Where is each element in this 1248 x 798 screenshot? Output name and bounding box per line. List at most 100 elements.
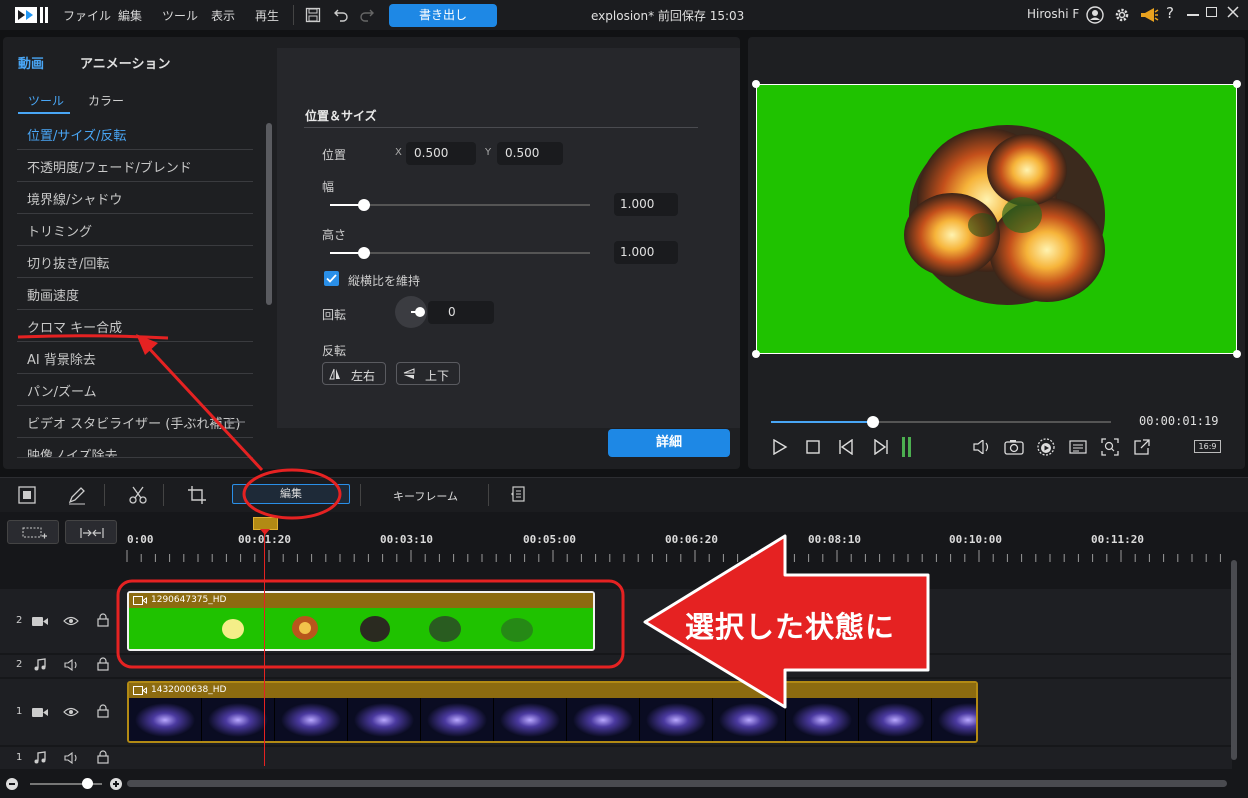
next-frame-icon[interactable] bbox=[871, 439, 889, 455]
tool-video-stabilizer[interactable]: ビデオ スタビライザー (手ぶれ補正) bbox=[17, 407, 253, 438]
more-tools-icon[interactable] bbox=[510, 486, 526, 502]
background-video-clip[interactable]: 1432000638_HD bbox=[127, 681, 978, 743]
undock-window-icon[interactable] bbox=[1133, 438, 1151, 456]
tab-animation[interactable]: アニメーション bbox=[80, 53, 170, 72]
toolbar-keyframe-button[interactable]: キーフレーム bbox=[393, 488, 458, 504]
tool-pan-zoom[interactable]: パン/ズーム bbox=[17, 375, 253, 406]
playback-progress-bar[interactable] bbox=[771, 416, 1111, 428]
menu-playback[interactable]: 再生 bbox=[255, 7, 279, 24]
resize-handle-tr[interactable] bbox=[1233, 80, 1241, 88]
visibility-eye-icon[interactable] bbox=[63, 706, 79, 718]
tool-ai-background-removal[interactable]: AI 背景除去 bbox=[17, 343, 253, 374]
timeline-horizontal-scrollbar[interactable] bbox=[127, 780, 1227, 787]
width-field[interactable]: 1.000 bbox=[614, 193, 678, 216]
menu-file[interactable]: ファイル bbox=[63, 7, 111, 24]
zoom-out-icon[interactable] bbox=[6, 778, 18, 790]
select-tool-icon[interactable] bbox=[17, 485, 37, 505]
height-field[interactable]: 1.000 bbox=[614, 241, 678, 264]
width-slider-knob[interactable] bbox=[357, 199, 370, 211]
close-icon[interactable] bbox=[1226, 5, 1240, 19]
menu-view[interactable]: 表示 bbox=[211, 7, 235, 24]
tool-position-size-flip[interactable]: 位置/サイズ/反転 bbox=[17, 119, 253, 150]
reset-icon[interactable] bbox=[225, 416, 247, 430]
split-scissors-icon[interactable] bbox=[128, 485, 148, 505]
height-slider[interactable] bbox=[330, 247, 590, 259]
resize-handle-bl[interactable] bbox=[752, 350, 760, 358]
aspect-ratio-badge[interactable]: 16:9 bbox=[1194, 440, 1221, 453]
volume-icon[interactable] bbox=[973, 440, 991, 454]
preview-screen[interactable] bbox=[756, 84, 1237, 354]
tool-video-speed[interactable]: 動画速度 bbox=[17, 279, 253, 310]
tool-chroma-key[interactable]: クロマ キー合成 bbox=[17, 311, 253, 342]
save-icon[interactable] bbox=[305, 7, 321, 23]
rotation-dial[interactable] bbox=[395, 296, 427, 328]
toolbar-edit-button[interactable]: 編集 bbox=[232, 484, 350, 504]
track-manager-button[interactable] bbox=[7, 520, 59, 544]
megaphone-icon[interactable] bbox=[1139, 6, 1159, 24]
subtab-color[interactable]: カラー bbox=[88, 92, 124, 109]
ruler-tick-label: 00:08:10 bbox=[808, 533, 861, 546]
lock-icon[interactable] bbox=[97, 657, 109, 671]
visibility-eye-icon[interactable] bbox=[63, 615, 79, 627]
snapshot-camera-icon[interactable] bbox=[1004, 439, 1024, 455]
lock-icon[interactable] bbox=[97, 750, 109, 764]
timeline-vertical-scrollbar[interactable] bbox=[1231, 560, 1237, 760]
playback-scrubber[interactable] bbox=[867, 416, 879, 428]
rotation-field[interactable]: 0 bbox=[428, 301, 494, 324]
clip-header: 1290647375_HD bbox=[129, 593, 593, 608]
flip-horizontal-button[interactable]: 左右 bbox=[322, 362, 386, 385]
music-note-icon bbox=[34, 751, 46, 764]
detail-button[interactable]: 詳細 bbox=[608, 429, 730, 457]
resize-handle-br[interactable] bbox=[1233, 350, 1241, 358]
tool-noise-reduction[interactable]: 映像ノイズ除去 bbox=[17, 439, 253, 458]
resize-handle-tl[interactable] bbox=[752, 80, 760, 88]
settings-gear-icon[interactable] bbox=[1113, 6, 1131, 24]
export-button[interactable]: 書き出し bbox=[389, 4, 497, 27]
flip-vertical-icon bbox=[403, 368, 415, 379]
timeline-zoom-slider[interactable] bbox=[30, 778, 102, 789]
tool-crop-rotate[interactable]: 切り抜き/回転 bbox=[17, 247, 253, 278]
track-2-audio[interactable] bbox=[0, 655, 1232, 677]
section-divider bbox=[304, 127, 698, 128]
stop-icon[interactable] bbox=[806, 440, 820, 454]
play-icon[interactable] bbox=[772, 439, 788, 455]
previous-frame-icon[interactable] bbox=[838, 439, 856, 455]
x-position-field[interactable]: 0.500 bbox=[406, 142, 476, 165]
timeline-zoom-knob[interactable] bbox=[82, 778, 93, 789]
preview-quality-icon[interactable] bbox=[1036, 437, 1056, 457]
subtitle-icon[interactable] bbox=[1069, 440, 1087, 454]
zoom-in-icon[interactable] bbox=[110, 778, 122, 790]
lock-icon[interactable] bbox=[97, 613, 109, 627]
pen-tool-icon[interactable] bbox=[67, 485, 87, 505]
fit-timeline-button[interactable] bbox=[65, 520, 117, 544]
lock-icon[interactable] bbox=[97, 704, 109, 718]
y-position-field[interactable]: 0.500 bbox=[497, 142, 563, 165]
undo-icon[interactable] bbox=[333, 7, 349, 23]
account-icon[interactable] bbox=[1086, 6, 1104, 24]
height-slider-knob[interactable] bbox=[357, 247, 370, 259]
track-number: 1 bbox=[16, 706, 23, 717]
tool-list-scrollbar[interactable] bbox=[266, 123, 272, 305]
minimize-icon[interactable] bbox=[1187, 14, 1199, 16]
menu-edit[interactable]: 編集 bbox=[118, 7, 142, 24]
flip-vertical-button[interactable]: 上下 bbox=[396, 362, 460, 385]
selected-video-clip[interactable]: 1290647375_HD bbox=[127, 591, 595, 651]
project-title: explosion* 前回保存 15:03 bbox=[591, 9, 745, 23]
width-slider[interactable] bbox=[330, 199, 590, 211]
tab-video[interactable]: 動画 bbox=[18, 53, 44, 72]
subtab-tools[interactable]: ツール bbox=[28, 92, 64, 109]
aspect-ratio-checkbox[interactable] bbox=[324, 271, 339, 286]
zoom-preview-icon[interactable] bbox=[1101, 438, 1119, 456]
track-1-audio[interactable] bbox=[0, 747, 1232, 769]
crop-tool-icon[interactable] bbox=[187, 485, 207, 505]
speaker-icon[interactable] bbox=[64, 752, 80, 764]
tool-border-shadow[interactable]: 境界線/シャドウ bbox=[17, 183, 253, 214]
help-icon[interactable]: ? bbox=[1166, 4, 1174, 22]
menu-tools[interactable]: ツール bbox=[162, 7, 198, 24]
flip-horizontal-icon bbox=[329, 368, 340, 380]
redo-icon[interactable] bbox=[359, 7, 375, 23]
maximize-icon[interactable] bbox=[1206, 7, 1217, 17]
tool-opacity-fade-blend[interactable]: 不透明度/フェード/ブレンド bbox=[17, 151, 253, 182]
speaker-icon[interactable] bbox=[64, 659, 80, 671]
tool-trimming[interactable]: トリミング bbox=[17, 215, 253, 246]
